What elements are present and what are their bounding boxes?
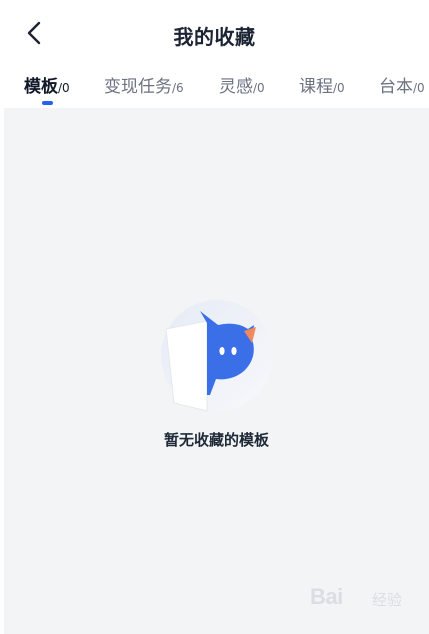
empty-mascot-icon [160,299,274,413]
tab-inspiration[interactable]: 灵感/0 [219,72,265,106]
tab-count: /0 [253,81,265,95]
tab-count: /0 [333,81,345,95]
tab-label: 灵感 [219,77,253,97]
tab-label: 模板 [24,77,58,97]
header: 我的收藏 [0,0,429,66]
tab-count: /6 [172,81,184,95]
watermark-subtext: 经验 [372,591,403,609]
tab-bar: 模板/0 变现任务/6 灵感/0 课程/0 台本/0 [0,66,429,108]
page-title: 我的收藏 [173,25,256,49]
tab-count: /0 [58,81,70,95]
tab-monetize-tasks[interactable]: 变现任务/6 [104,72,184,106]
tab-label: 课程 [299,77,333,97]
tab-label: 变现任务 [104,77,172,97]
favorites-content: 暂无收藏的模板 [4,108,429,634]
tab-count: /0 [413,81,425,95]
active-tab-indicator [42,101,53,105]
favorites-page: 我的收藏 模板/0 变现任务/6 灵感/0 课程/0 台本/0 暂无收藏的模板 … [0,0,429,634]
watermark-text: Bai [310,584,343,609]
empty-state-message: 暂无收藏的模板 [163,431,269,449]
tab-courses[interactable]: 课程/0 [299,72,345,106]
tab-scripts[interactable]: 台本/0 [379,72,425,106]
watermark-logo: Bai 经验 [310,578,420,618]
tab-label: 台本 [379,77,413,97]
